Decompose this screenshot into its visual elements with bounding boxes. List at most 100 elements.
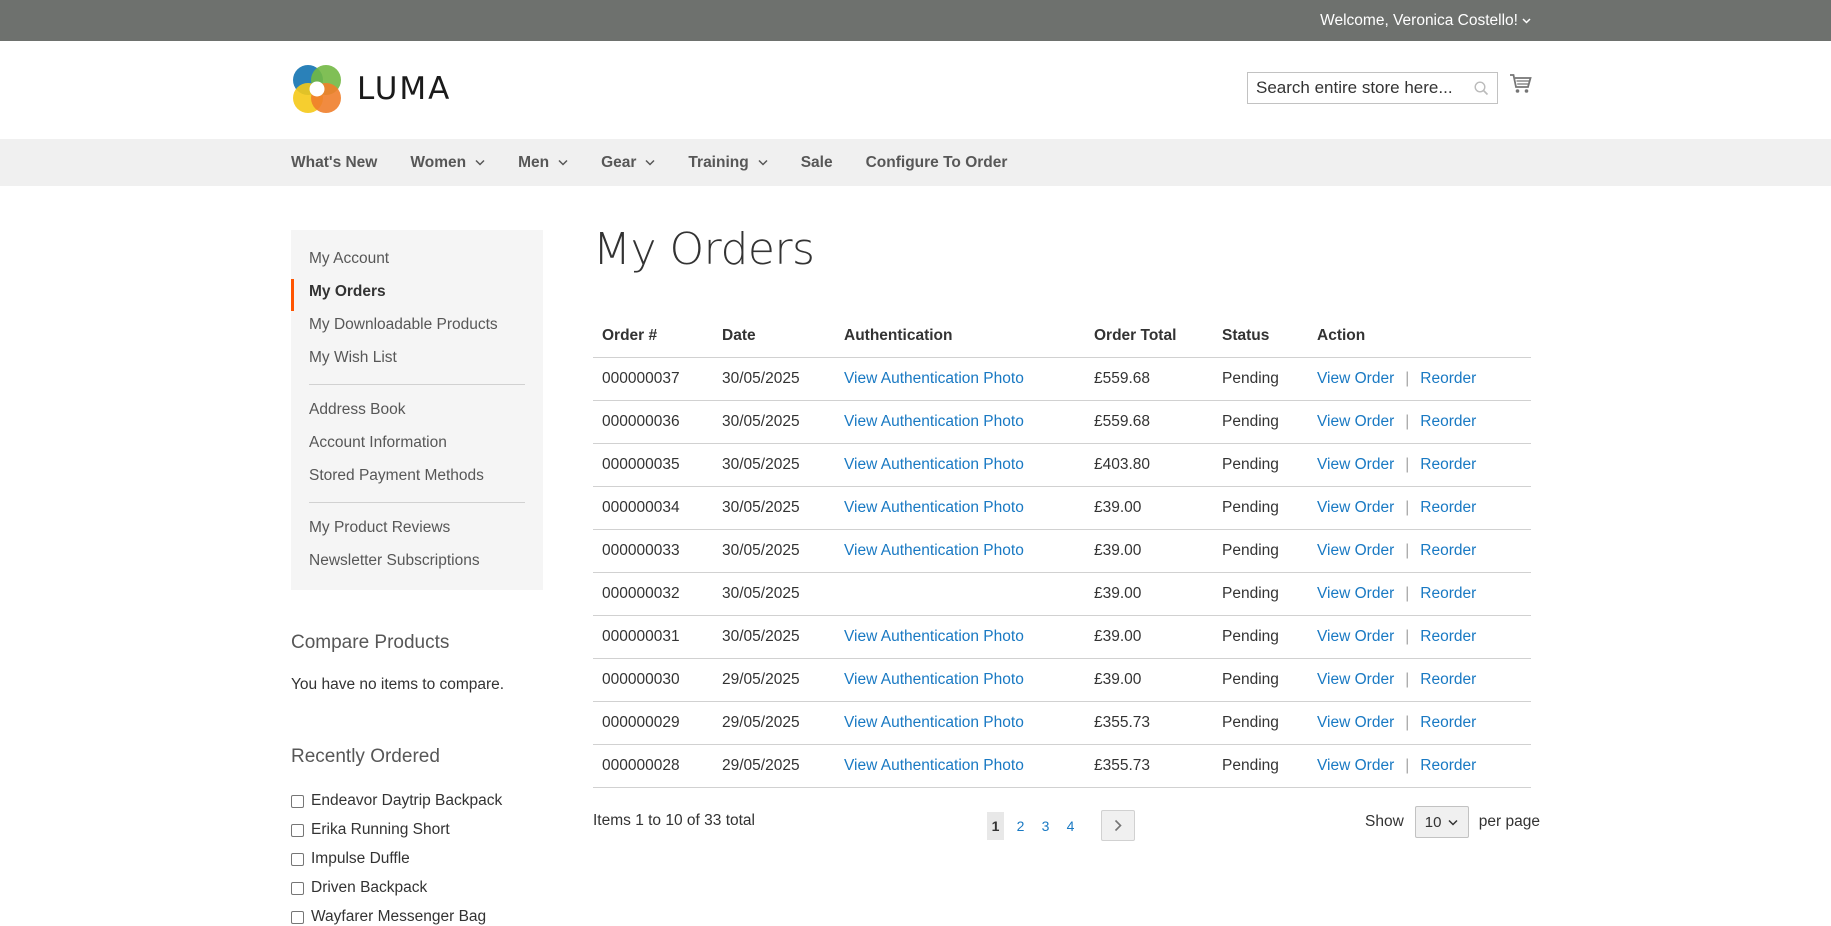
nav-item-configure-to-order[interactable]: Configure To Order [866, 154, 1008, 172]
nav-item-sale[interactable]: Sale [801, 154, 833, 172]
order-number: 000000030 [593, 658, 713, 702]
view-order-link[interactable]: View Order [1317, 413, 1394, 430]
table-row: 000000028 29/05/2025 View Authentication P… [593, 744, 1531, 788]
recently-ordered-item: Impulse Duffle [291, 850, 410, 868]
recently-ordered-checkbox[interactable] [291, 852, 304, 866]
order-date: 30/05/2025 [713, 400, 835, 444]
sidebar-item-account-information[interactable]: Account Information [309, 434, 447, 452]
page-link[interactable]: 4 [1062, 812, 1079, 840]
customer-menu-toggle[interactable]: Welcome, Veronica Costello! [1320, 0, 1531, 41]
reorder-link[interactable]: Reorder [1420, 370, 1476, 387]
order-date: 30/05/2025 [713, 357, 835, 401]
authentication-cell: View Authentication Photo [835, 615, 1085, 659]
recently-ordered-checkbox[interactable] [291, 794, 304, 808]
authentication-cell: View Authentication Photo [835, 529, 1085, 573]
per-page-value: 10 [1424, 813, 1442, 831]
reorder-link[interactable]: Reorder [1420, 542, 1476, 559]
recently-ordered-item: Wayfarer Messenger Bag [291, 908, 486, 926]
cart-icon[interactable] [1509, 73, 1532, 94]
nav-item-gear[interactable]: Gear [601, 154, 655, 172]
sidebar-item-my-account[interactable]: My Account [309, 250, 389, 268]
view-order-link[interactable]: View Order [1317, 628, 1394, 645]
view-order-link[interactable]: View Order [1317, 585, 1394, 602]
table-row: 000000036 30/05/2025 View Authentication P… [593, 400, 1531, 444]
sidebar-item-newsletter-subscriptions[interactable]: Newsletter Subscriptions [309, 552, 480, 570]
table-row: 000000032 30/05/2025 £39.00 Pending View Ord… [593, 572, 1531, 616]
view-authentication-photo-link[interactable]: View Authentication Photo [844, 542, 1024, 559]
view-order-link[interactable]: View Order [1317, 499, 1394, 516]
compare-products-title: Compare Products [291, 632, 450, 653]
nav-item-label: Women [410, 153, 467, 171]
action-cell: View Order | Reorder [1308, 615, 1531, 659]
recently-ordered-label[interactable]: Wayfarer Messenger Bag [311, 908, 486, 926]
reorder-link[interactable]: Reorder [1420, 413, 1476, 430]
recently-ordered-label[interactable]: Erika Running Short [311, 821, 450, 839]
sidebar-item-stored-payment-methods[interactable]: Stored Payment Methods [309, 467, 484, 485]
search-input[interactable] [1256, 78, 1474, 98]
chevron-down-icon [758, 159, 768, 166]
view-authentication-photo-link[interactable]: View Authentication Photo [844, 370, 1024, 387]
recently-ordered-item: Driven Backpack [291, 879, 427, 897]
authentication-cell: View Authentication Photo [835, 744, 1085, 788]
sidebar-item-product-reviews[interactable]: My Product Reviews [309, 519, 450, 537]
luma-logo[interactable]: LUMA [291, 63, 451, 115]
reorder-link[interactable]: Reorder [1420, 757, 1476, 774]
order-number: 000000033 [593, 529, 713, 573]
reorder-link[interactable]: Reorder [1420, 671, 1476, 688]
page-link[interactable]: 3 [1037, 812, 1054, 840]
view-authentication-photo-link[interactable]: View Authentication Photo [844, 714, 1024, 731]
sidebar-item-address-book[interactable]: Address Book [309, 401, 406, 419]
view-authentication-photo-link[interactable]: View Authentication Photo [844, 628, 1024, 645]
view-authentication-photo-link[interactable]: View Authentication Photo [844, 413, 1024, 430]
search-icon[interactable] [1474, 80, 1489, 96]
nav-item-label: Training [688, 153, 749, 171]
sidebar-item-downloadable-products[interactable]: My Downloadable Products [309, 316, 498, 334]
col-header-order-total: Order Total [1085, 315, 1213, 358]
view-authentication-photo-link[interactable]: View Authentication Photo [844, 671, 1024, 688]
table-row: 000000034 30/05/2025 View Authentication P… [593, 486, 1531, 530]
action-cell: View Order | Reorder [1308, 400, 1531, 444]
view-order-link[interactable]: View Order [1317, 714, 1394, 731]
chevron-down-icon [645, 159, 655, 166]
recently-ordered-checkbox[interactable] [291, 823, 304, 837]
recently-ordered-item: Endeavor Daytrip Backpack [291, 792, 502, 810]
view-order-link[interactable]: View Order [1317, 370, 1394, 387]
nav-item-training[interactable]: Training [688, 153, 768, 172]
per-page-select[interactable]: 10 [1414, 806, 1469, 838]
active-item-indicator [291, 279, 294, 311]
recently-ordered-label[interactable]: Impulse Duffle [311, 850, 410, 868]
reorder-link[interactable]: Reorder [1420, 499, 1476, 516]
recently-ordered-label[interactable]: Driven Backpack [311, 879, 427, 897]
reorder-link[interactable]: Reorder [1420, 456, 1476, 473]
action-separator: | [1405, 756, 1410, 774]
authentication-cell [835, 572, 1085, 616]
nav-item-what-s-new[interactable]: What's New [291, 154, 377, 172]
page-link[interactable]: 2 [1012, 812, 1029, 840]
order-status: Pending [1213, 615, 1308, 659]
nav-item-label: Sale [800, 153, 833, 171]
nav-item-women[interactable]: Women [410, 154, 485, 172]
view-order-link[interactable]: View Order [1317, 542, 1394, 559]
order-status: Pending [1213, 658, 1308, 702]
compare-empty-text: You have no items to compare. [291, 676, 505, 693]
recently-ordered-checkbox[interactable] [291, 881, 304, 895]
sidebar-item-my-orders[interactable]: My Orders [309, 283, 386, 301]
view-order-link[interactable]: View Order [1317, 757, 1394, 774]
view-order-link[interactable]: View Order [1317, 456, 1394, 473]
reorder-link[interactable]: Reorder [1420, 585, 1476, 602]
view-authentication-photo-link[interactable]: View Authentication Photo [844, 757, 1024, 774]
recently-ordered-label[interactable]: Endeavor Daytrip Backpack [311, 792, 502, 810]
sidebar-item-wish-list[interactable]: My Wish List [309, 349, 397, 367]
orders-table: Order # Date Authentication Order Total … [593, 315, 1531, 788]
next-page-button[interactable] [1101, 810, 1135, 841]
authentication-cell: View Authentication Photo [835, 486, 1085, 530]
recently-ordered-checkbox[interactable] [291, 910, 304, 924]
view-authentication-photo-link[interactable]: View Authentication Photo [844, 499, 1024, 516]
reorder-link[interactable]: Reorder [1420, 628, 1476, 645]
order-status: Pending [1213, 744, 1308, 788]
nav-item-men[interactable]: Men [518, 154, 568, 172]
reorder-link[interactable]: Reorder [1420, 714, 1476, 731]
view-authentication-photo-link[interactable]: View Authentication Photo [844, 456, 1024, 473]
view-order-link[interactable]: View Order [1317, 671, 1394, 688]
order-number: 000000028 [593, 744, 713, 788]
